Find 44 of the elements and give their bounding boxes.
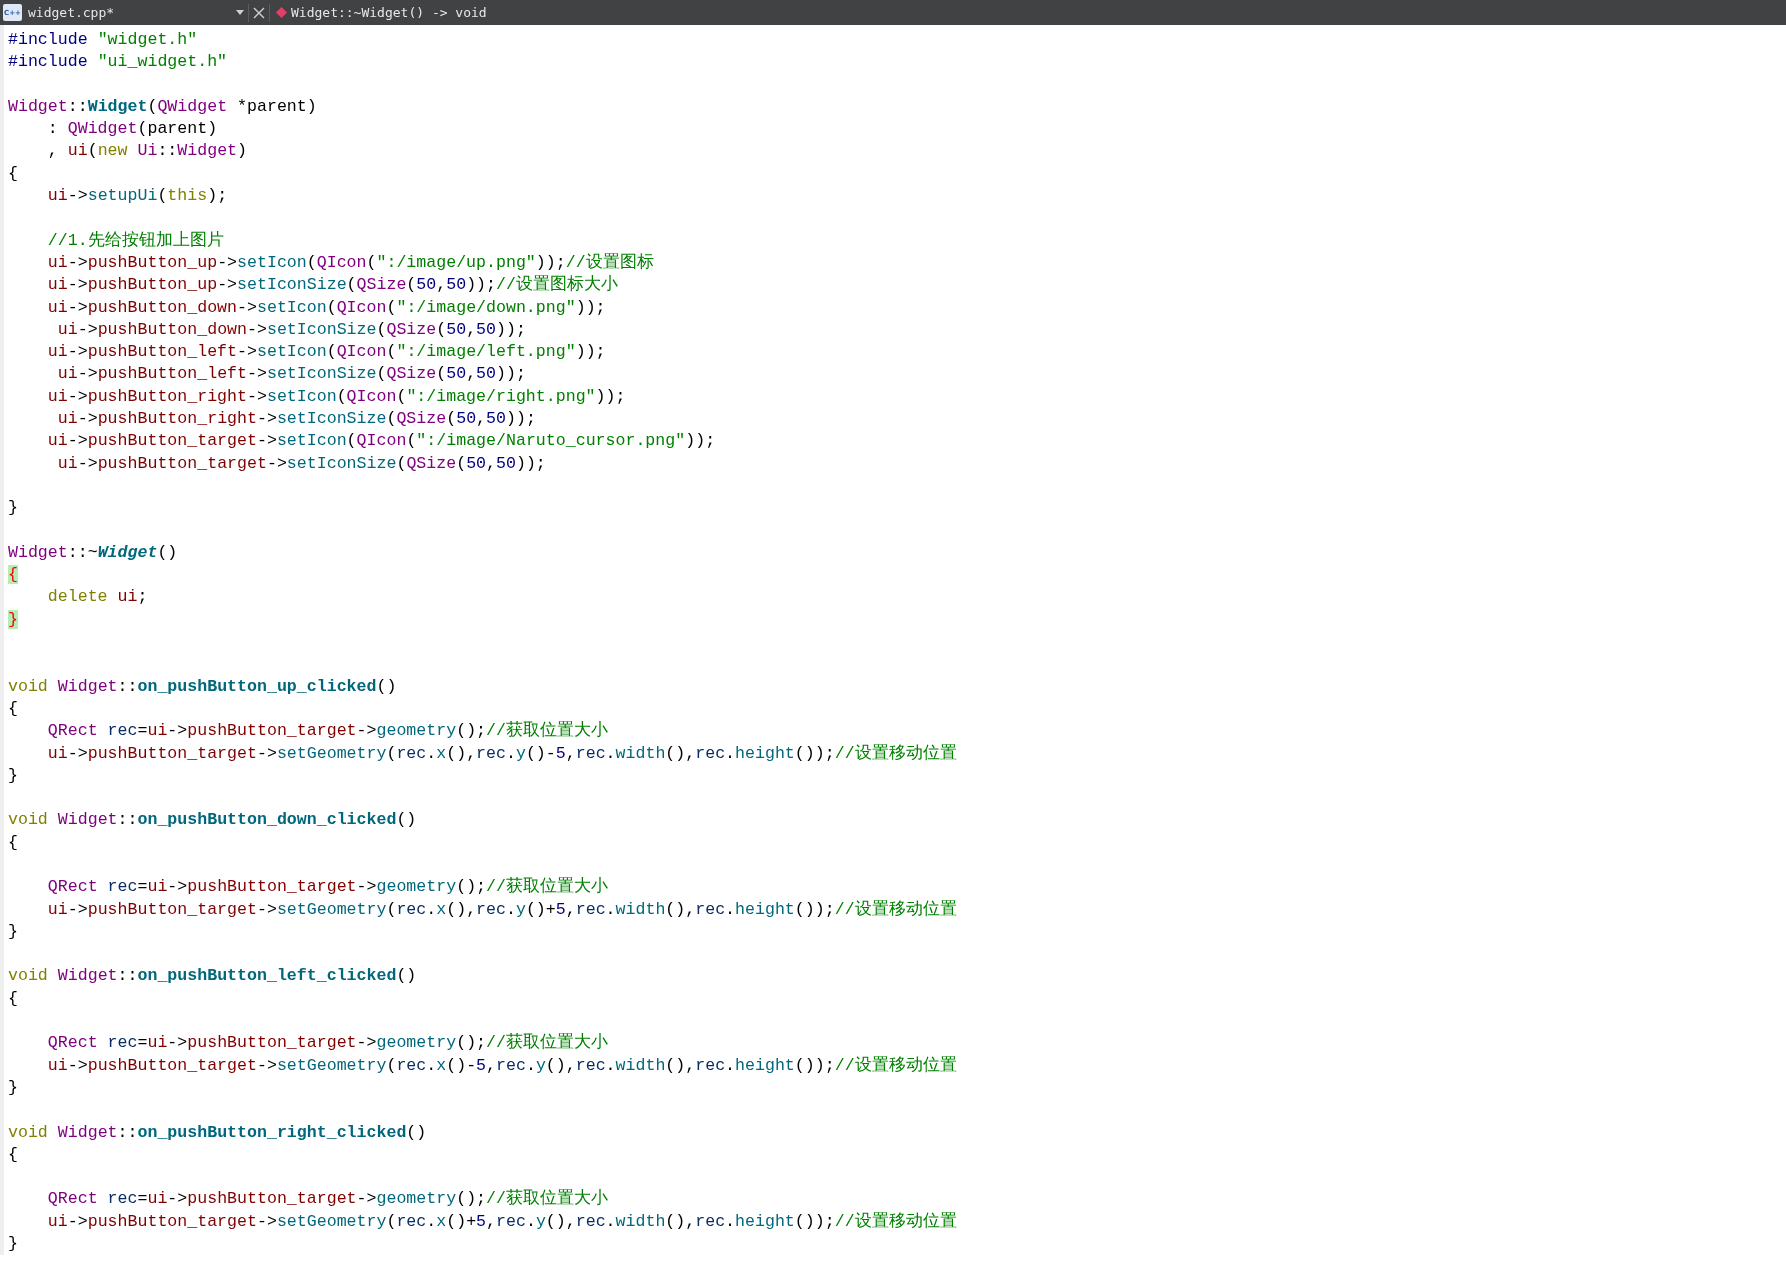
- code-line: #include "ui_widget.h": [8, 51, 228, 74]
- code-line: , ui(new Ui::Widget): [46, 140, 248, 163]
- code-line: ui->pushButton_left->setIconSize(QSize(50,50));: [56, 363, 526, 386]
- code-line: void Widget::on_pushButton_down_clicked(): [8, 809, 417, 832]
- code-line: #include "widget.h": [8, 29, 198, 51]
- code-line: QRect rec=ui->pushButton_target->geometry();//获取位置大小: [46, 720, 608, 743]
- code-line: void Widget::on_pushButton_up_clicked(): [8, 675, 397, 698]
- diamond-icon: [276, 7, 287, 18]
- code-line: void Widget::on_pushButton_left_clicked(): [8, 965, 417, 988]
- code-line: ui->pushButton_right->setIconSize(QSize(50,50));: [56, 408, 536, 431]
- code-line: Widget::~Widget(): [8, 541, 178, 564]
- code-line: ui->pushButton_target->setGeometry(rec.x(),rec.y()+5,rec.width(),rec.height());//设置移动位置: [46, 898, 957, 921]
- code-line: delete ui;: [46, 586, 148, 609]
- code-line: {: [8, 831, 18, 854]
- code-line: }: [8, 920, 18, 943]
- code-line: ui->pushButton_up->setIcon(QIcon(":/image/up.png"));//设置图标: [46, 251, 654, 274]
- code-line: : QWidget(parent): [46, 118, 218, 141]
- code-line: ui->pushButton_target->setGeometry(rec.x(),rec.y()-5,rec.width(),rec.height());//设置移动位置: [46, 742, 957, 765]
- code-line: ui->pushButton_target->setIconSize(QSize(50,50));: [56, 452, 546, 475]
- code-line: ui->pushButton_left->setIcon(QIcon(":/image/left.png"));: [46, 341, 606, 364]
- symbol-selector[interactable]: Widget::~Widget() -> void: [270, 5, 487, 20]
- caret-icon: [236, 10, 244, 15]
- code-line: QRect rec=ui->pushButton_target->geometry();//获取位置大小: [46, 1032, 608, 1055]
- code-line: }: [8, 1233, 18, 1256]
- code-line: {: [8, 987, 18, 1010]
- code-line: QRect rec=ui->pushButton_target->geometry();//获取位置大小: [46, 1188, 608, 1211]
- code-line: {: [8, 697, 18, 720]
- code-line: void Widget::on_pushButton_right_clicked(): [8, 1121, 427, 1144]
- code-line: ui->pushButton_down->setIconSize(QSize(50,50));: [56, 318, 526, 341]
- code-line: {: [8, 1143, 18, 1166]
- code-line: QRect rec=ui->pushButton_target->geometry();//获取位置大小: [46, 876, 608, 899]
- code-line: Widget::Widget(QWidget *parent): [8, 95, 317, 118]
- code-line: {: [8, 162, 18, 185]
- code-line: ui->pushButton_target->setGeometry(rec.x()+5,rec.y(),rec.width(),rec.height());//设置移动位置: [46, 1210, 957, 1233]
- code-line: ui->setupUi(this);: [46, 185, 228, 208]
- code-line: ui->pushButton_target->setGeometry(rec.x()-5,rec.y(),rec.width(),rec.height());//设置移动位置: [46, 1054, 957, 1077]
- code-line: }: [8, 764, 18, 787]
- code-line: ui->pushButton_down->setIcon(QIcon(":/image/down.png"));: [46, 296, 606, 319]
- code-line: ui->pushButton_target->setIcon(QIcon(":/image/Naruto_cursor.png"));: [46, 430, 716, 453]
- code-line: ui->pushButton_up->setIconSize(QSize(50,50));//设置图标大小: [46, 274, 618, 297]
- code-line: //1.先给按钮加上图片: [46, 229, 224, 252]
- code-line: }: [8, 1076, 18, 1099]
- code-line: }: [8, 497, 18, 520]
- code-line: ui->pushButton_right->setIcon(QIcon(":/image/right.png"));: [46, 385, 626, 408]
